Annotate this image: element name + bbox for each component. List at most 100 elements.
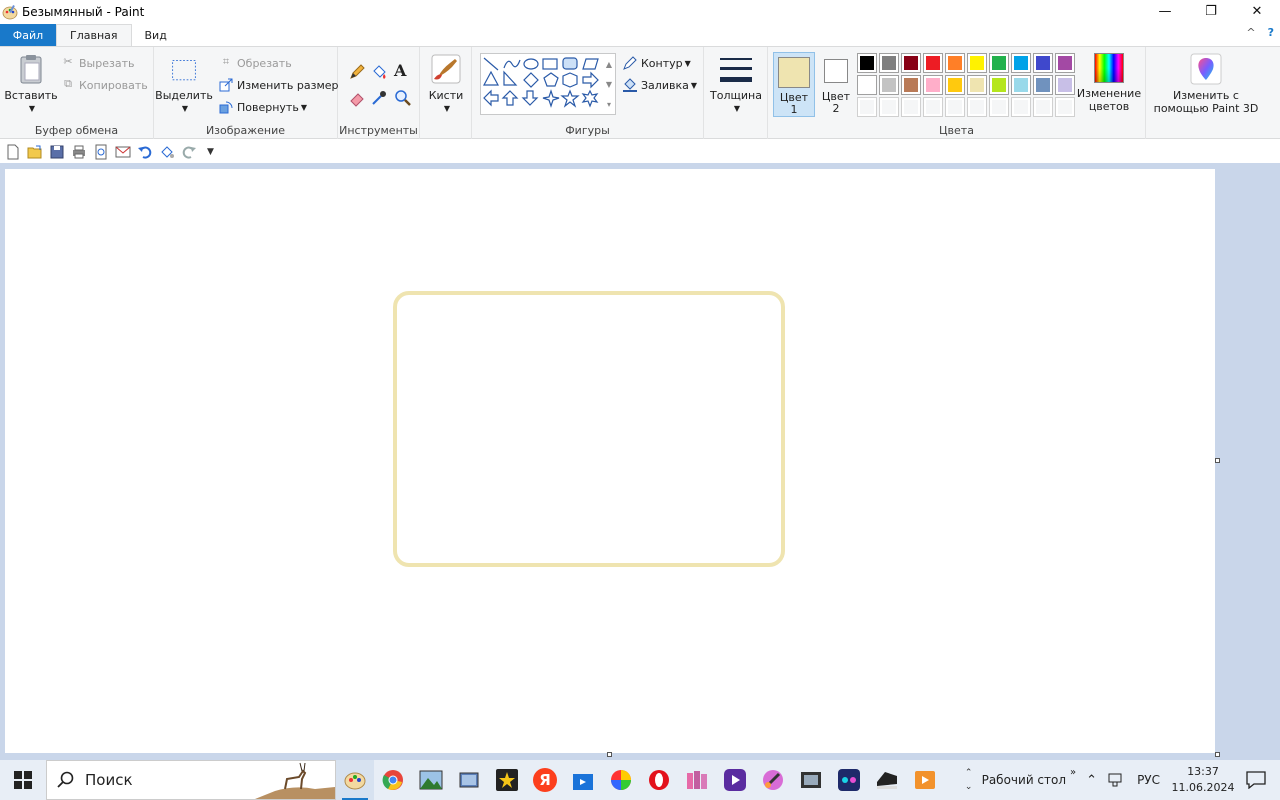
- new-file-icon[interactable]: [5, 144, 21, 160]
- tab-home[interactable]: Главная: [56, 24, 132, 46]
- palette-swatch[interactable]: [1055, 75, 1075, 95]
- palette-empty-swatch[interactable]: [1011, 97, 1031, 117]
- palette-empty-swatch[interactable]: [923, 97, 943, 117]
- resize-handle-corner[interactable]: [1215, 752, 1220, 757]
- palette-swatch[interactable]: [1011, 75, 1031, 95]
- tab-file[interactable]: Файл: [0, 24, 56, 46]
- palette-swatch[interactable]: [879, 53, 899, 73]
- taskbar-photo-app[interactable]: [412, 760, 450, 800]
- desktop-toolbar-chevron[interactable]: »: [1070, 767, 1076, 778]
- palette-swatch[interactable]: [945, 75, 965, 95]
- palette-swatch[interactable]: [1033, 75, 1053, 95]
- taskbar-media-player[interactable]: [906, 760, 944, 800]
- color-picker-icon[interactable]: [370, 89, 388, 107]
- palette-empty-swatch[interactable]: [967, 97, 987, 117]
- palette-swatch[interactable]: [857, 53, 877, 73]
- shapes-scroll[interactable]: ▲ ▼ ▾: [604, 55, 614, 115]
- taskbar-paint-brush-app[interactable]: [754, 760, 792, 800]
- palette-swatch[interactable]: [923, 53, 943, 73]
- taskbar-scroll[interactable]: ⌃ ⌄: [962, 766, 976, 794]
- paste-button[interactable]: Вставить ▼: [4, 53, 58, 115]
- print-icon[interactable]: [71, 144, 87, 160]
- customize-qat-icon[interactable]: ▼: [207, 147, 214, 157]
- palette-swatch[interactable]: [1033, 53, 1053, 73]
- palette-empty-swatch[interactable]: [857, 97, 877, 117]
- palette-swatch[interactable]: [989, 53, 1009, 73]
- brushes-button[interactable]: Кисти ▼: [426, 53, 466, 115]
- taskbar-opera[interactable]: [640, 760, 678, 800]
- drawing-canvas[interactable]: [5, 169, 1215, 753]
- resize-button[interactable]: Изменить размер: [218, 77, 339, 93]
- fill-bucket-icon[interactable]: [370, 63, 388, 81]
- palette-swatch[interactable]: [901, 75, 921, 95]
- desktop-toolbar-label[interactable]: Рабочий стол: [982, 773, 1066, 787]
- eraser-icon[interactable]: [348, 89, 366, 107]
- language-indicator[interactable]: РУС: [1137, 773, 1160, 787]
- email-icon[interactable]: [115, 144, 131, 160]
- palette-empty-swatch[interactable]: [1033, 97, 1053, 117]
- palette-empty-swatch[interactable]: [879, 97, 899, 117]
- taskbar-chrome[interactable]: [374, 760, 412, 800]
- palette-swatch[interactable]: [1011, 53, 1031, 73]
- network-icon[interactable]: [1107, 772, 1125, 788]
- minimize-button[interactable]: —: [1142, 0, 1188, 22]
- size-button[interactable]: Толщина ▼: [708, 55, 764, 115]
- resize-handle-right[interactable]: [1215, 458, 1220, 463]
- palette-swatch[interactable]: [967, 53, 987, 73]
- taskbar-books[interactable]: [678, 760, 716, 800]
- taskbar-film-editor[interactable]: [792, 760, 830, 800]
- magnifier-icon[interactable]: [394, 89, 412, 107]
- taskbar-color-app[interactable]: [602, 760, 640, 800]
- undo-icon[interactable]: [137, 144, 153, 160]
- select-button[interactable]: Выделить ▼: [155, 57, 213, 115]
- palette-swatch[interactable]: [1055, 53, 1075, 73]
- taskbar-video-player[interactable]: [716, 760, 754, 800]
- rounded-rectangle-shape[interactable]: [393, 291, 785, 567]
- cut-button[interactable]: ✂ Вырезать: [60, 55, 134, 71]
- text-tool-icon[interactable]: A: [394, 61, 406, 80]
- start-button[interactable]: [0, 760, 46, 800]
- color2-button[interactable]: Цвет 2: [818, 52, 854, 117]
- palette-swatch[interactable]: [967, 75, 987, 95]
- maximize-button[interactable]: ❐: [1188, 0, 1234, 22]
- show-hidden-icons-icon[interactable]: ⌃: [1086, 773, 1097, 788]
- taskbar-movie-maker[interactable]: [488, 760, 526, 800]
- taskbar-search[interactable]: Поиск: [46, 760, 336, 800]
- palette-swatch[interactable]: [857, 75, 877, 95]
- fill-color-icon[interactable]: [159, 144, 175, 160]
- tab-view[interactable]: Вид: [132, 24, 180, 46]
- outline-button[interactable]: Контур ▼: [622, 55, 691, 71]
- taskbar-piano[interactable]: [868, 760, 906, 800]
- palette-empty-swatch[interactable]: [945, 97, 965, 117]
- crop-button[interactable]: ⌗ Обрезать: [218, 55, 292, 71]
- palette-swatch[interactable]: [879, 75, 899, 95]
- paint3d-button[interactable]: Изменить с помощью Paint 3D: [1150, 53, 1262, 115]
- pencil-icon[interactable]: [348, 63, 366, 81]
- close-button[interactable]: ✕: [1234, 0, 1280, 22]
- taskbar-store[interactable]: [564, 760, 602, 800]
- palette-swatch[interactable]: [923, 75, 943, 95]
- collapse-ribbon-icon[interactable]: ^: [1246, 26, 1255, 39]
- redo-icon[interactable]: [181, 144, 197, 160]
- taskbar-yandex[interactable]: Я: [526, 760, 564, 800]
- open-folder-icon[interactable]: [27, 144, 43, 160]
- edit-colors-button[interactable]: Изменение цветов: [1074, 53, 1144, 113]
- copy-button[interactable]: ⧉ Копировать: [60, 77, 148, 93]
- print-preview-icon[interactable]: [93, 144, 109, 160]
- palette-empty-swatch[interactable]: [901, 97, 921, 117]
- palette-empty-swatch[interactable]: [989, 97, 1009, 117]
- color1-button[interactable]: Цвет 1: [773, 52, 815, 117]
- save-icon[interactable]: [49, 144, 65, 160]
- taskbar-photos[interactable]: [450, 760, 488, 800]
- taskbar-paint[interactable]: [336, 760, 374, 800]
- rotate-button[interactable]: Повернуть ▼: [218, 99, 307, 115]
- taskbar-game[interactable]: [830, 760, 868, 800]
- clock[interactable]: 13:37 11.06.2024: [1166, 764, 1240, 796]
- notifications-icon[interactable]: [1246, 771, 1266, 789]
- palette-swatch[interactable]: [989, 75, 1009, 95]
- palette-swatch[interactable]: [901, 53, 921, 73]
- fill-button[interactable]: Заливка ▼: [622, 77, 697, 93]
- palette-empty-swatch[interactable]: [1055, 97, 1075, 117]
- palette-swatch[interactable]: [945, 53, 965, 73]
- help-icon[interactable]: ?: [1268, 26, 1274, 39]
